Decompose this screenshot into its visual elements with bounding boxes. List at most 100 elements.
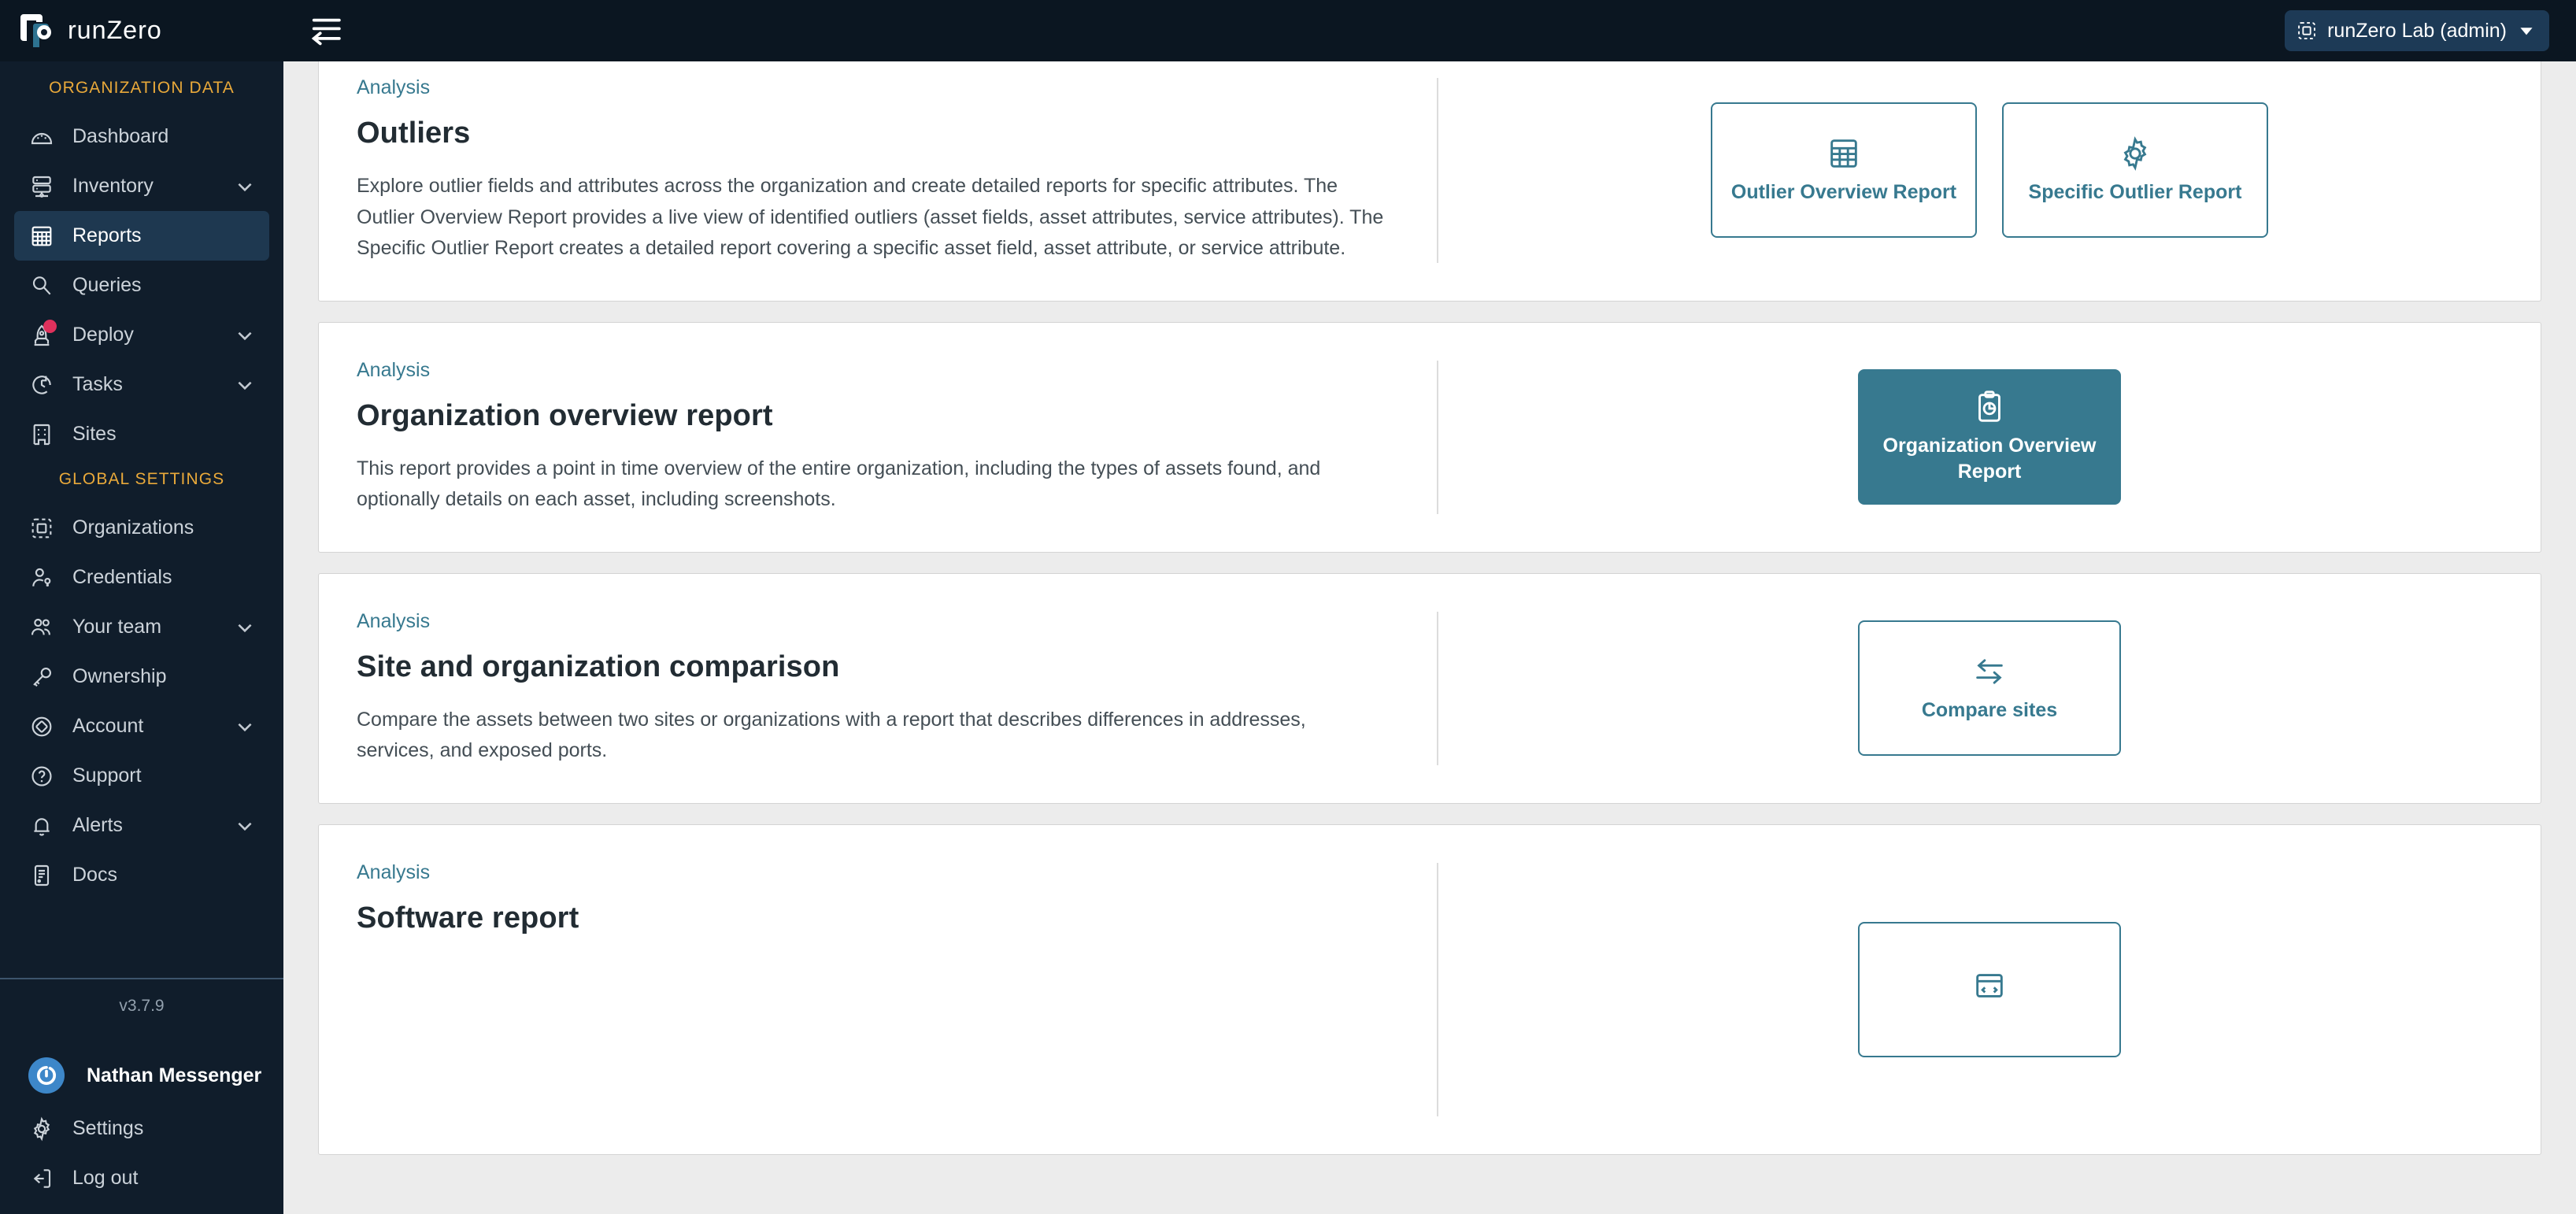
outlier-overview-report-button[interactable]: Outlier Overview Report: [1711, 102, 1977, 239]
compare-arrows-icon: [1976, 658, 2003, 684]
chevron-down-icon[interactable]: [235, 325, 255, 346]
sidebar-item-label: Queries: [72, 274, 142, 296]
compare-sites-button[interactable]: Compare sites: [1858, 620, 2121, 756]
sidebar-item-inventory[interactable]: Inventory: [14, 161, 269, 211]
sidebar-item-label: Account: [72, 715, 144, 737]
report-card-body: Analysis Site and organization compariso…: [319, 574, 1437, 803]
sidebar-section-title-global-settings: GLOBAL SETTINGS: [58, 470, 225, 488]
report-actions: Outlier Overview Report Specific Outlier…: [1438, 61, 2541, 301]
organization-icon: [28, 515, 55, 542]
report-actions: Organization Overview Report: [1438, 323, 2541, 552]
gravatar-avatar: [34, 1063, 59, 1088]
sidebar-item-label: Organizations: [72, 516, 194, 539]
report-title: Outliers: [357, 117, 471, 150]
report-category[interactable]: Analysis: [357, 76, 1399, 99]
topbar: runZero Lab (admin): [283, 0, 2576, 61]
report-card-body: Analysis Software report: [319, 825, 1437, 1154]
sidebar-item-reports[interactable]: Reports: [14, 211, 269, 261]
app-version: v3.7.9: [119, 997, 165, 1015]
sidebar-nav: ORGANIZATION DATA Dashboard Inventory Re…: [0, 61, 283, 965]
sidebar-item-label: Inventory: [72, 175, 154, 197]
gear-icon: [28, 1116, 55, 1142]
sidebar-item-label: Deploy: [72, 324, 134, 346]
gear-icon: [2123, 135, 2147, 171]
clock-refresh-icon: [28, 372, 55, 398]
runzero-wordmark: runZero: [68, 17, 162, 44]
clipboard-chart-icon: [1978, 390, 2000, 422]
document-icon: [28, 862, 55, 889]
sidebar-item-your-team[interactable]: Your team: [14, 602, 269, 652]
report-card: Analysis Software report: [318, 824, 2541, 1155]
sidebar-bottom: Nathan Messenger Settings Log out: [0, 1047, 283, 1214]
report-card-body: Analysis Organization overview report Th…: [319, 323, 1437, 552]
sidebar-item-alerts[interactable]: Alerts: [14, 801, 269, 850]
sidebar-item-support[interactable]: Support: [14, 751, 269, 801]
organization-icon: [2298, 22, 2315, 39]
report-description: Explore outlier fields and attributes ac…: [357, 175, 1384, 259]
chevron-down-icon[interactable]: [235, 375, 255, 395]
organization-overview-report-button[interactable]: Organization Overview Report: [1858, 369, 2121, 505]
report-card: Analysis Site and organization compariso…: [318, 572, 2541, 804]
sidebar-item-label: Your team: [72, 616, 162, 638]
button-label: Compare sites: [1921, 698, 2058, 721]
question-circle-icon: [28, 763, 55, 790]
report-title: Organization overview report: [357, 398, 773, 432]
chevron-down-icon[interactable]: [235, 816, 255, 836]
key-icon: [28, 664, 55, 690]
chevron-down-icon[interactable]: [2516, 20, 2537, 41]
svg-text:runZero: runZero: [68, 17, 162, 44]
sidebar-item-label: Sites: [72, 423, 117, 445]
table-grid-icon: [28, 223, 55, 250]
report-description: This report provides a point in time ove…: [357, 457, 1321, 511]
chevron-down-icon[interactable]: [235, 617, 255, 638]
report-title: Software report: [357, 901, 579, 935]
report-category[interactable]: Analysis: [357, 610, 1399, 633]
specific-outlier-report-button[interactable]: Specific Outlier Report: [2002, 102, 2268, 239]
sidebar-item-label: Support: [72, 764, 142, 787]
sidebar-item-credentials[interactable]: Credentials: [14, 553, 269, 602]
chevron-down-icon[interactable]: [235, 716, 255, 737]
sidebar-item-settings[interactable]: Settings: [14, 1104, 269, 1153]
chevron-down-icon[interactable]: [235, 176, 255, 197]
building-icon: [28, 421, 55, 448]
sidebar-item-log-out[interactable]: Log out: [14, 1153, 269, 1203]
sidebar-item-label: Dashboard: [72, 125, 169, 147]
organization-selector[interactable]: runZero Lab (admin): [2285, 10, 2549, 51]
software-report-button[interactable]: [1858, 921, 2121, 1057]
button-label: Organization Overview Report: [1882, 435, 2097, 483]
sidebar-item-tasks[interactable]: Tasks: [14, 360, 269, 409]
report-card: Analysis Outliers Explore outlier fields…: [318, 61, 2541, 302]
report-category[interactable]: Analysis: [357, 359, 1399, 382]
bell-icon: [28, 812, 55, 839]
sidebar-item-label: Settings: [72, 1117, 144, 1139]
sidebar-item-queries[interactable]: Queries: [14, 261, 269, 310]
logout-icon: [28, 1165, 55, 1192]
reports-list: Analysis Outliers Explore outlier fields…: [283, 61, 2576, 1214]
report-description: Compare the assets between two sites or …: [357, 708, 1306, 762]
brand-logo-area[interactable]: runZero: [0, 0, 283, 61]
dashboard-gauge-icon: [28, 124, 55, 150]
sidebar-item-account[interactable]: Account: [14, 701, 269, 751]
sidebar-item-label: Credentials: [72, 566, 172, 588]
diamond-circle-icon: [28, 713, 55, 740]
sidebar-item-deploy[interactable]: Deploy: [14, 310, 269, 360]
report-category[interactable]: Analysis: [357, 861, 1399, 884]
sidebar-item-label: Docs: [72, 864, 117, 886]
sidebar-item-dashboard[interactable]: Dashboard: [14, 112, 269, 161]
sidebar-item-label: Ownership: [72, 665, 167, 687]
sidebar-item-label: Log out: [72, 1167, 139, 1189]
report-actions: Compare sites: [1438, 574, 2541, 803]
sidebar-item-organizations[interactable]: Organizations: [14, 503, 269, 553]
collapse-sidebar-icon[interactable]: [305, 13, 348, 48]
sidebar-item-ownership[interactable]: Ownership: [14, 652, 269, 701]
sidebar-item-docs[interactable]: Docs: [14, 850, 269, 900]
sidebar-item-sites[interactable]: Sites: [14, 409, 269, 459]
sidebar-item-label: Tasks: [72, 373, 123, 395]
rocket-icon: [28, 319, 57, 349]
software-box-icon: [1976, 973, 2003, 997]
user-profile-row[interactable]: Nathan Messenger: [0, 1047, 283, 1104]
sidebar-section-title-organization-data: ORGANIZATION DATA: [49, 79, 235, 97]
deploy-notification-badge: [43, 319, 57, 333]
app-root: runZero ORGANIZATION DATA Dashboard Inve…: [0, 0, 2576, 1214]
avatar: [28, 1057, 65, 1094]
